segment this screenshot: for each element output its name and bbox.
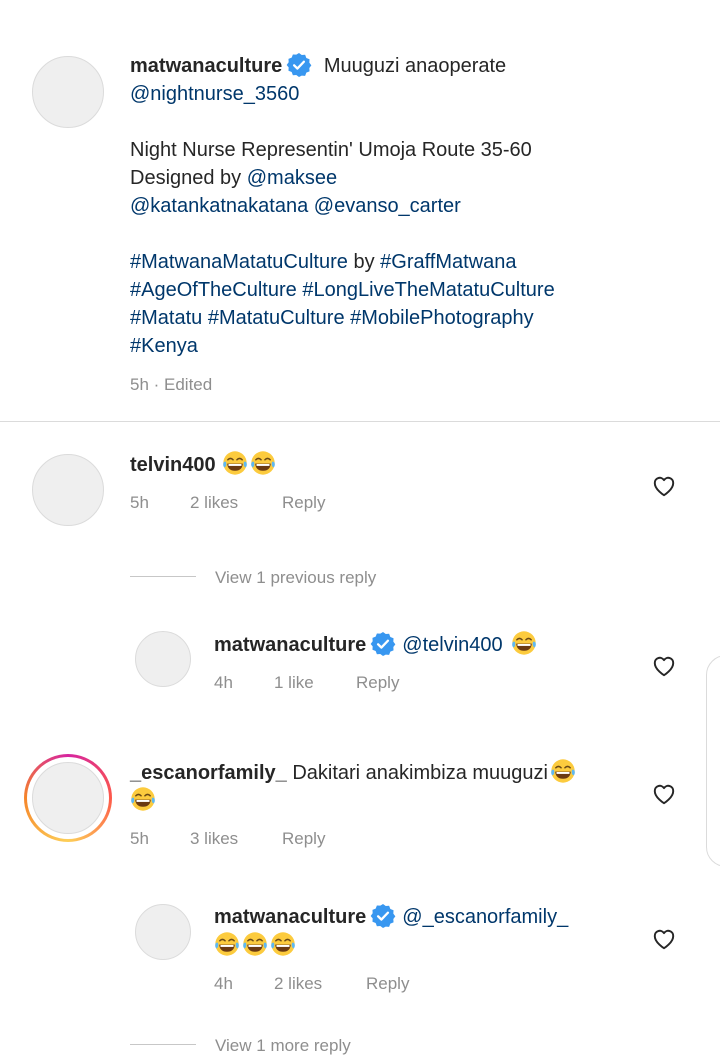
hashtag-link[interactable]: #AgeOfTheCulture — [130, 279, 297, 301]
caption-text: Night Nurse Representin' Umoja Route 35-… — [130, 139, 532, 161]
caption-line-2: @nightnurse_3560 — [130, 80, 299, 108]
caption-line-7: #AgeOfTheCulture #LongLiveTheMatatuCultu… — [130, 276, 555, 304]
heart-icon[interactable] — [651, 653, 677, 679]
likes-count[interactable]: 2 likes — [274, 973, 322, 995]
reply-button[interactable]: Reply — [366, 973, 409, 995]
avatar[interactable] — [32, 454, 104, 526]
reply-divider — [130, 576, 196, 577]
mention-link[interactable]: @evanso_carter — [314, 195, 461, 217]
avatar[interactable] — [135, 631, 191, 687]
comment-time: 4h — [214, 673, 233, 692]
divider — [0, 421, 720, 422]
reply-username[interactable]: matwanaculture — [214, 906, 366, 928]
caption-line-9: #Kenya — [130, 332, 198, 360]
mention-link[interactable]: @katankatnakatana — [130, 195, 308, 217]
heart-icon[interactable] — [651, 473, 677, 499]
caption-line-1: matwanaculture Muuguzi anaoperate — [130, 52, 506, 80]
likes-count[interactable]: 3 likes — [190, 828, 238, 850]
comment-line: _escanorfamily_ Dakitari anakimbiza muug… — [130, 758, 576, 787]
side-panel-handle[interactable] — [706, 655, 720, 867]
laughing-emoji-icon — [214, 931, 240, 957]
caption-username[interactable]: matwanaculture — [130, 55, 282, 77]
verified-badge-icon — [370, 903, 396, 929]
caption-line-8: #Matatu #MatatuCulture #MobilePhotograph… — [130, 304, 534, 332]
comment-time: 5h — [130, 829, 149, 848]
mention-link[interactable]: @nightnurse_3560 — [130, 83, 299, 105]
hashtag-link[interactable]: #LongLiveTheMatatuCulture — [302, 279, 554, 301]
comment-line — [130, 786, 156, 815]
view-more-replies[interactable]: View 1 more reply — [215, 1035, 351, 1057]
laughing-emoji-icon — [550, 758, 576, 784]
reply-button[interactable]: Reply — [282, 828, 325, 850]
laughing-emoji-icon — [511, 630, 537, 656]
avatar[interactable] — [32, 762, 104, 834]
reply-line: matwanaculture @telvin400 — [214, 630, 537, 659]
verified-badge-icon — [286, 52, 312, 78]
hashtag-link[interactable]: #Matatu — [130, 307, 202, 329]
laughing-emoji-icon — [250, 450, 276, 476]
comment-time: 5h — [130, 493, 149, 512]
reply-button[interactable]: Reply — [282, 492, 325, 514]
caption-line-5: @katankatnakatana @evanso_carter — [130, 192, 461, 220]
mention-link[interactable]: @maksee — [247, 167, 337, 189]
story-ring[interactable] — [24, 754, 112, 842]
comment-text: Dakitari anakimbiza muuguzi — [286, 762, 548, 784]
verified-badge-icon — [370, 631, 396, 657]
caption-line-3: Night Nurse Representin' Umoja Route 35-… — [130, 136, 532, 164]
laughing-emoji-icon — [222, 450, 248, 476]
hashtag-link[interactable]: #GraffMatwana — [380, 251, 516, 273]
laughing-emoji-icon — [130, 786, 156, 812]
comment-time: 4h — [214, 974, 233, 993]
caption-line-6: #MatwanaMatatuCulture by #GraffMatwana — [130, 248, 517, 276]
hashtag-link[interactable]: #MatwanaMatatuCulture — [130, 251, 348, 273]
caption-text: Designed by — [130, 167, 247, 189]
reply-line: matwanaculture @_escanorfamily_ — [214, 903, 568, 931]
laughing-emoji-icon — [242, 931, 268, 957]
heart-icon[interactable] — [651, 781, 677, 807]
reply-button[interactable]: Reply — [356, 672, 399, 694]
mention-link[interactable]: @_escanorfamily_ — [402, 906, 568, 928]
hashtag-link[interactable]: #MobilePhotography — [350, 307, 533, 329]
laughing-emoji-icon — [270, 931, 296, 957]
hashtag-link[interactable]: #Kenya — [130, 335, 198, 357]
reply-divider — [130, 1044, 196, 1045]
caption-text: by — [347, 251, 381, 273]
reply-line — [214, 931, 296, 960]
caption-text: Muuguzi anaoperate — [318, 55, 507, 77]
avatar[interactable] — [32, 56, 104, 128]
likes-count[interactable]: 1 like — [274, 672, 314, 694]
hashtag-link[interactable]: #MatatuCulture — [208, 307, 345, 329]
mention-link[interactable]: @telvin400 — [402, 634, 502, 656]
avatar[interactable] — [135, 904, 191, 960]
caption-line-4: Designed by @maksee — [130, 164, 337, 192]
comment-username[interactable]: _escanorfamily_ — [130, 762, 287, 784]
heart-icon[interactable] — [651, 926, 677, 952]
comment-username[interactable]: telvin400 — [130, 454, 216, 476]
likes-count[interactable]: 2 likes — [190, 492, 238, 514]
comment-line: telvin400 — [130, 450, 276, 479]
caption-meta: 5h · Edited — [130, 375, 213, 394]
view-previous-replies[interactable]: View 1 previous reply — [215, 567, 376, 589]
reply-username[interactable]: matwanaculture — [214, 634, 366, 656]
